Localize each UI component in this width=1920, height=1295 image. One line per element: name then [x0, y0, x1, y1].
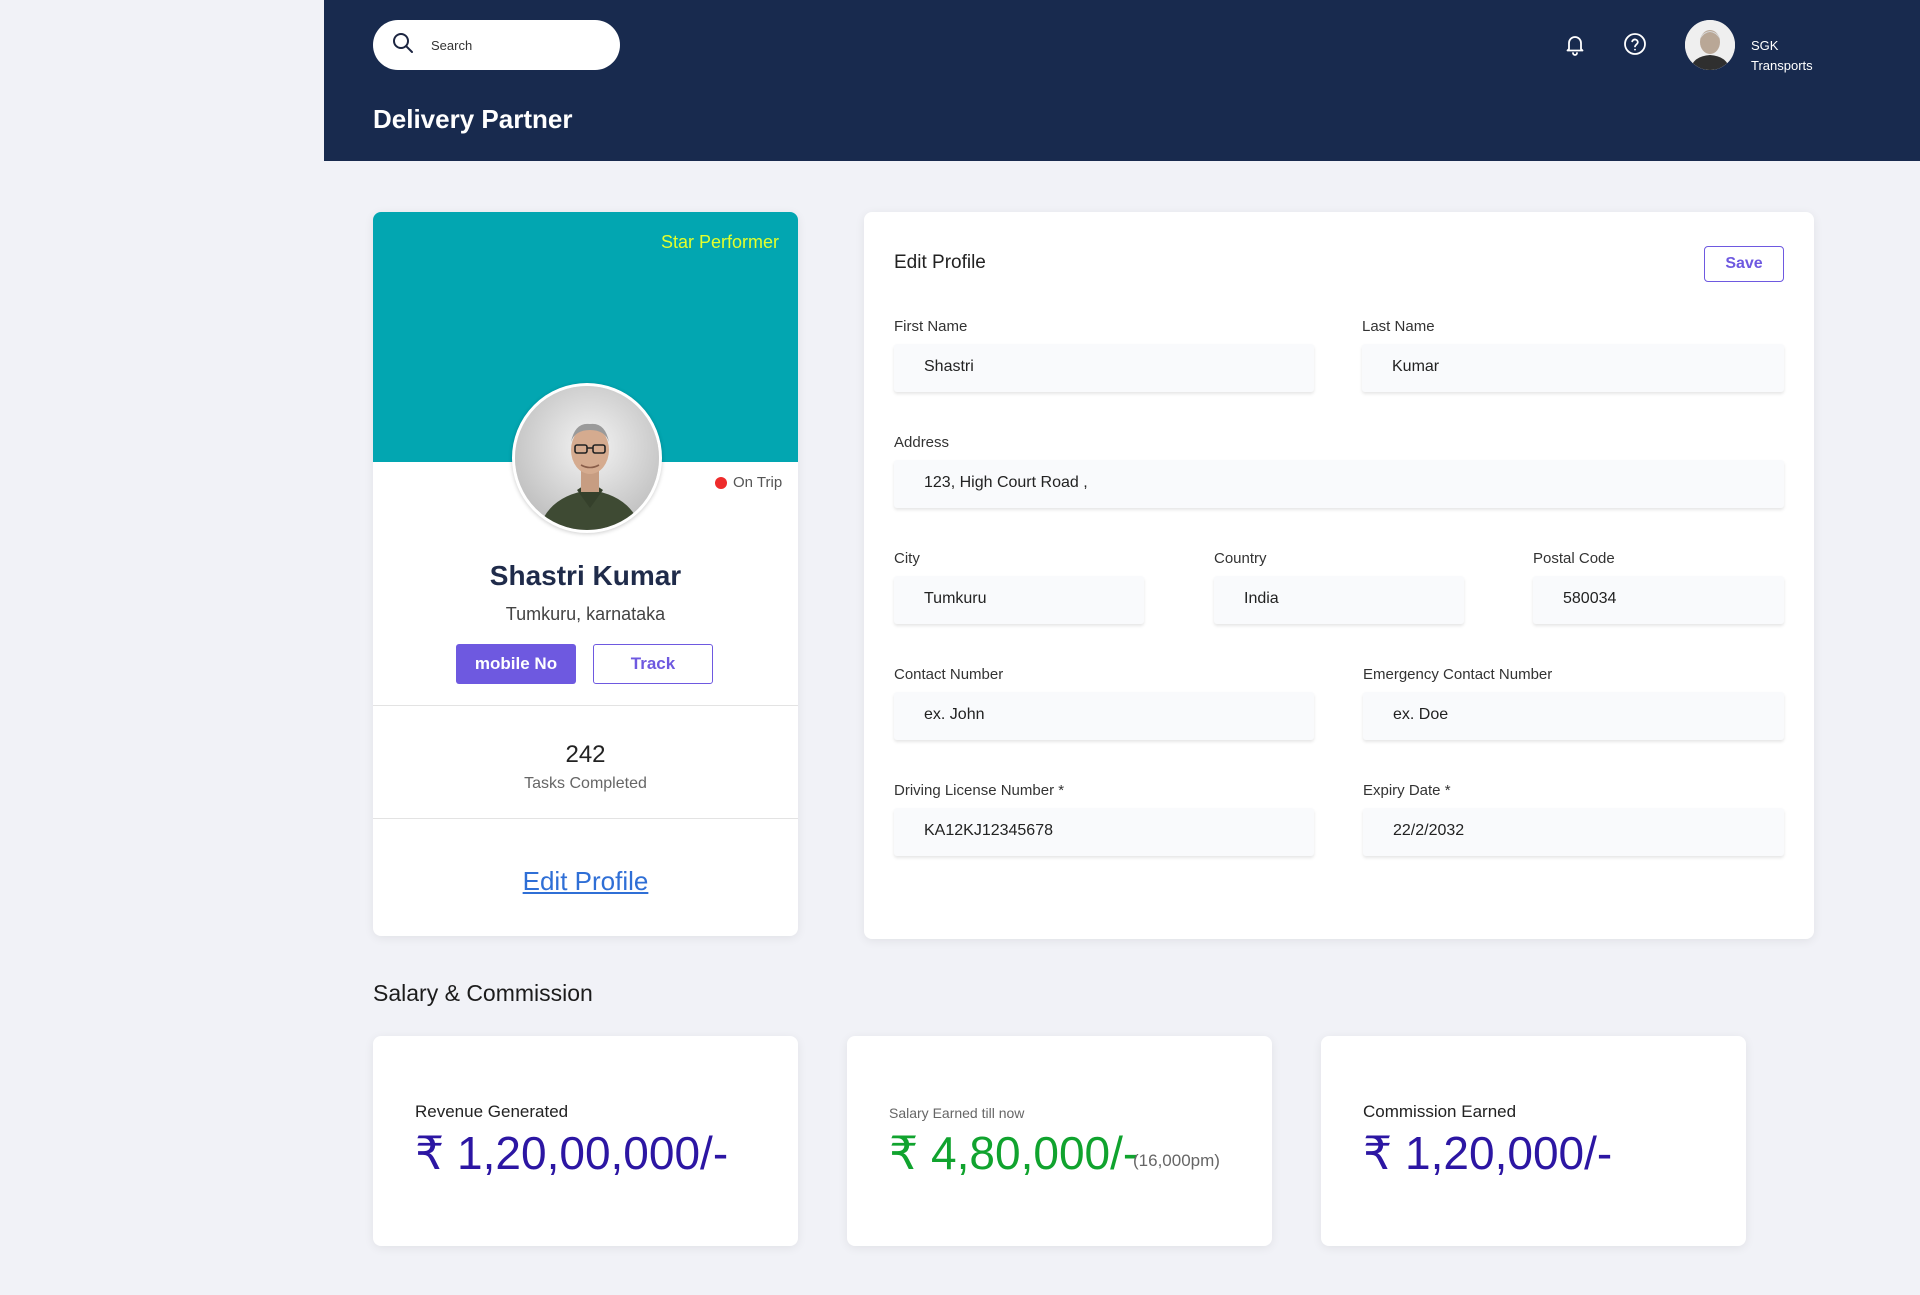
tasks-completed-count: 242 [565, 741, 606, 768]
revenue-value: ₹ 1,20,00,000/- [415, 1127, 729, 1179]
contact-number-input[interactable] [924, 706, 1260, 724]
last-name-input[interactable] [1392, 358, 1730, 376]
star-performer-badge: Star Performer [660, 232, 779, 252]
postal-code-input[interactable] [1563, 590, 1764, 608]
user-name-line1: SGK [1751, 38, 1779, 53]
commission-card: Commission Earned ₹ 1,20,000/- [1321, 1036, 1746, 1246]
help-icon[interactable] [1621, 30, 1649, 58]
search-bar[interactable] [373, 20, 620, 70]
search-input[interactable] [431, 37, 601, 53]
city-label: City [894, 550, 920, 567]
form-title: Edit Profile [894, 252, 986, 273]
user-avatar[interactable] [1685, 20, 1735, 70]
user-name[interactable]: SGK Transports [1751, 36, 1813, 76]
track-button[interactable]: Track [593, 644, 713, 684]
salary-label: Salary Earned till now [889, 1105, 1025, 1121]
last-name-label: Last Name [1362, 318, 1435, 335]
partner-name: Shastri Kumar [489, 560, 682, 591]
postal-code-label: Postal Code [1533, 550, 1615, 567]
save-button[interactable]: Save [1704, 246, 1784, 282]
license-input[interactable] [924, 822, 1260, 840]
first-name-label: First Name [894, 318, 968, 335]
country-input[interactable] [1244, 590, 1444, 608]
emergency-contact-label: Emergency Contact Number [1363, 666, 1553, 683]
trip-status: On Trip [715, 474, 782, 491]
divider [373, 705, 798, 706]
search-icon [391, 31, 415, 60]
tasks-completed-label: Tasks Completed [524, 775, 647, 792]
edit-profile-form: Edit Profile Save First Name Last Name A… [864, 212, 1814, 939]
user-name-line2: Transports [1751, 58, 1813, 73]
status-label: On Trip [733, 474, 783, 491]
address-input[interactable] [924, 474, 1636, 492]
expiry-date-label: Expiry Date * [1363, 782, 1451, 799]
salary-card: Salary Earned till now ₹ 4,80,000/- (16,… [847, 1036, 1272, 1246]
profile-card: Star Performer On Trip Shastri Kumar Tum… [373, 212, 798, 936]
top-header: Delivery Partner SGK Transports [324, 0, 1920, 161]
revenue-card: Revenue Generated ₹ 1,20,00,000/- [373, 1036, 798, 1246]
city-input[interactable] [924, 590, 1124, 608]
expiry-date-input[interactable] [1393, 822, 1730, 840]
emergency-contact-input[interactable] [1393, 706, 1730, 724]
mobile-no-button[interactable]: mobile No [456, 644, 576, 684]
license-label: Driving License Number * [894, 782, 1065, 799]
salary-section-title: Salary & Commission [373, 980, 593, 1006]
commission-label: Commission Earned [1363, 1102, 1517, 1121]
page-title: Delivery Partner [373, 104, 573, 134]
address-label: Address [894, 434, 950, 451]
first-name-input[interactable] [924, 358, 1260, 376]
country-label: Country [1214, 550, 1267, 567]
partner-location: Tumkuru, karnataka [505, 604, 666, 624]
status-dot-icon [715, 476, 727, 489]
edit-profile-link[interactable]: Edit Profile [373, 866, 798, 897]
salary-monthly: (16,000pm) [1133, 1151, 1220, 1170]
commission-value: ₹ 1,20,000/- [1363, 1127, 1613, 1179]
salary-value: ₹ 4,80,000/- [889, 1127, 1139, 1179]
profile-photo [512, 383, 662, 533]
contact-number-label: Contact Number [894, 666, 1004, 683]
bell-icon[interactable] [1561, 30, 1589, 58]
divider [373, 818, 798, 819]
revenue-label: Revenue Generated [415, 1102, 569, 1121]
